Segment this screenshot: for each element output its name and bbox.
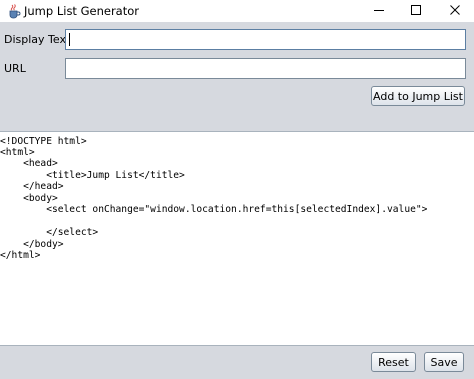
- reset-button[interactable]: Reset: [371, 352, 416, 372]
- code-line: </html>: [0, 250, 41, 261]
- code-line: </select>: [0, 227, 99, 238]
- code-line: </body>: [0, 239, 64, 250]
- code-line: <html>: [0, 147, 35, 158]
- code-line: <title>Jump List</title>: [0, 170, 185, 181]
- app-window: Jump List Generator Display Text URL Add…: [0, 0, 474, 379]
- save-button[interactable]: Save: [424, 352, 464, 372]
- code-line: <head>: [0, 158, 58, 169]
- close-button[interactable]: [436, 0, 474, 22]
- code-line: </head>: [0, 181, 64, 192]
- code-line: <select onChange="window.location.href=t…: [0, 204, 428, 215]
- minimize-icon: [373, 4, 385, 19]
- url-field[interactable]: [65, 58, 466, 79]
- url-label: URL: [4, 62, 26, 75]
- maximize-button[interactable]: [397, 0, 435, 22]
- text-caret: [69, 33, 70, 46]
- code-output-area[interactable]: <!DOCTYPE html> <html> <head> <title>Jum…: [0, 131, 474, 346]
- display-text-field[interactable]: [65, 29, 466, 50]
- maximize-icon: [410, 4, 422, 19]
- display-text-label: Display Text: [4, 33, 71, 46]
- close-icon: [449, 4, 461, 19]
- java-cup-icon: [6, 3, 22, 19]
- code-line: <body>: [0, 193, 58, 204]
- minimize-button[interactable]: [360, 0, 398, 22]
- title-bar[interactable]: Jump List Generator: [0, 0, 474, 22]
- add-to-jump-list-button[interactable]: Add to Jump List: [371, 86, 465, 106]
- code-line: <!DOCTYPE html>: [0, 136, 87, 147]
- window-title: Jump List Generator: [24, 4, 139, 18]
